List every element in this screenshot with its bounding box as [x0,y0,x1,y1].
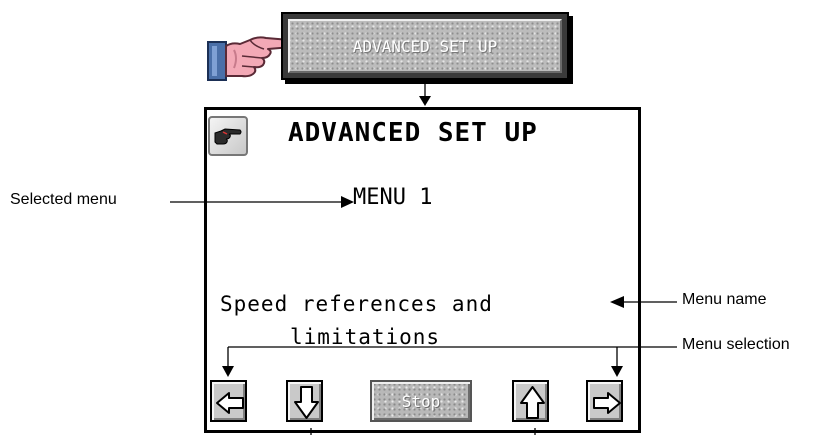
arrow-down-icon [294,386,319,419]
scroll-down-button[interactable] [286,380,323,422]
previous-menu-button[interactable] [210,380,247,422]
callout-menu-selection: Menu selection [682,336,790,353]
scroll-up-button[interactable] [512,380,549,422]
stop-button[interactable]: Stop [370,380,472,422]
arrow-left-icon [216,392,244,414]
callout-selected-menu: Selected menu [10,191,117,208]
advanced-setup-button-label: ADVANCED SET UP [288,19,562,73]
panel-title: ADVANCED SET UP [288,118,538,148]
back-hand-button[interactable] [208,116,248,156]
arrow-right-icon [593,392,621,414]
menu-name-line-1: Speed references and [220,292,493,316]
callout-menu-name: Menu name [682,291,767,308]
next-menu-button[interactable] [586,380,623,422]
pointing-hand-icon [214,128,242,145]
advanced-setup-button[interactable]: ADVANCED SET UP [281,12,569,80]
menu-name-line-2: limitations [290,325,441,349]
arrow-up-icon [520,386,545,419]
selected-menu-label: MENU 1 [353,185,433,210]
